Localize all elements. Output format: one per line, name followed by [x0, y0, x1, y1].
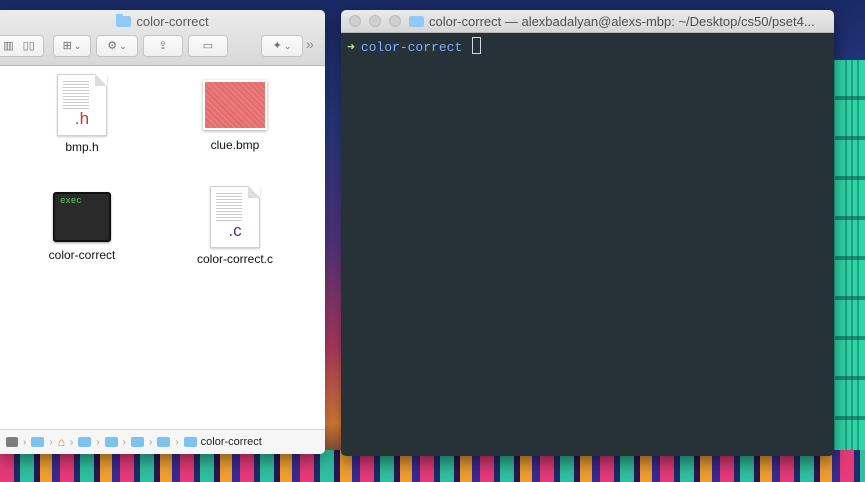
- file-item-color-correct-c[interactable]: .c color-correct.c: [175, 186, 295, 266]
- close-button[interactable]: [349, 15, 361, 27]
- folder-icon: [116, 14, 132, 27]
- tag-button[interactable]: ▭: [188, 35, 228, 57]
- terminal-titlebar[interactable]: color-correct — alexbadalyan@alexs-mbp: …: [341, 10, 834, 33]
- finder-titlebar[interactable]: color-correct ▥ ▯▯ ⊞ ⌄ ⚙ ⌄ ⇪ ▭ ✦ ⌄ »: [0, 10, 325, 66]
- folder-icon: [130, 437, 144, 447]
- column-view-icon[interactable]: ▯▯: [23, 40, 35, 52]
- file-name: color-correct: [48, 248, 116, 262]
- finder-window: color-correct ▥ ▯▯ ⊞ ⌄ ⚙ ⌄ ⇪ ▭ ✦ ⌄ » .h …: [0, 10, 325, 454]
- folder-icon: [183, 437, 197, 447]
- path-segment-folder[interactable]: ›: [31, 437, 57, 448]
- path-bar: › › ⌂ › › › › › color-correct: [0, 429, 325, 454]
- file-name: clue.bmp: [210, 138, 260, 152]
- chevron-right-icon: ›: [96, 436, 100, 448]
- path-segment-folder[interactable]: ›: [104, 436, 131, 448]
- view-mode-segmented[interactable]: ▥ ▯▯: [0, 35, 44, 57]
- chevron-down-icon: ⌄: [119, 41, 127, 51]
- gear-icon: ⚙: [107, 40, 118, 52]
- prompt-directory: color-correct: [360, 40, 463, 55]
- view-icon[interactable]: ▥: [3, 40, 13, 52]
- arrange-button[interactable]: ⊞ ⌄: [53, 35, 91, 57]
- terminal-content[interactable]: ➜ color-correct: [341, 33, 834, 59]
- path-segment-folder[interactable]: ›: [78, 437, 104, 448]
- terminal-title: color-correct — alexbadalyan@alexs-mbp: …: [409, 14, 830, 29]
- finder-toolbar: ▥ ▯▯ ⊞ ⌄ ⚙ ⌄ ⇪ ▭ ✦ ⌄ »: [0, 35, 325, 59]
- chevron-right-icon: ›: [175, 436, 179, 448]
- prompt-arrow-icon: ➜: [347, 40, 355, 55]
- image-file-icon: [203, 80, 267, 130]
- chevron-right-icon: ›: [69, 436, 74, 448]
- chevron-down-icon: ⌄: [283, 41, 292, 51]
- executable-icon: exec: [53, 192, 111, 242]
- folder-icon: [157, 437, 171, 447]
- toolbar-overflow-button[interactable]: »: [306, 36, 314, 52]
- chevron-right-icon: ›: [122, 436, 126, 448]
- dropbox-button[interactable]: ✦ ⌄: [261, 35, 303, 57]
- minimize-button[interactable]: [369, 15, 381, 27]
- file-item-clue-bmp[interactable]: clue.bmp: [175, 74, 295, 152]
- path-segment-current[interactable]: color-correct: [183, 436, 262, 448]
- file-item-bmp-h[interactable]: .h bmp.h: [22, 74, 142, 154]
- share-icon: ⇪: [158, 40, 168, 52]
- chevron-right-icon: ›: [148, 436, 153, 448]
- folder-icon: [409, 16, 424, 27]
- chevron-down-icon: ⌄: [73, 41, 82, 51]
- folder-icon: [78, 437, 92, 447]
- file-item-color-correct[interactable]: exec color-correct: [22, 188, 142, 262]
- arrange-icon: ⊞: [62, 40, 72, 52]
- home-icon: ⌂: [57, 435, 65, 449]
- path-segment-folder[interactable]: ›: [130, 436, 157, 448]
- terminal-window: color-correct — alexbadalyan@alexs-mbp: …: [341, 10, 834, 456]
- folder-icon: [104, 437, 118, 447]
- chevron-right-icon: ›: [23, 436, 27, 448]
- dropbox-icon: ✦: [272, 40, 282, 52]
- header-file-icon: .h: [57, 74, 107, 136]
- hard-disk-icon: [6, 437, 18, 447]
- chevron-right-icon: ›: [49, 436, 53, 448]
- c-source-file-icon: .c: [210, 186, 260, 248]
- share-button[interactable]: ⇪: [143, 35, 183, 57]
- tag-icon: ▭: [202, 40, 214, 52]
- file-name: color-correct.c: [196, 252, 273, 266]
- path-segment-home[interactable]: ⌂ ›: [58, 435, 79, 449]
- file-name: bmp.h: [65, 140, 99, 154]
- finder-file-area: .h bmp.h clue.bmp exec color-correct .c …: [0, 66, 325, 430]
- finder-title: color-correct: [0, 14, 325, 29]
- path-segment-label: color-correct: [200, 436, 262, 448]
- action-button[interactable]: ⚙ ⌄: [96, 35, 138, 57]
- path-segment-disk[interactable]: ›: [6, 437, 31, 448]
- wallpaper-tower: [832, 60, 865, 460]
- zoom-button[interactable]: [389, 15, 401, 27]
- folder-icon: [31, 437, 45, 447]
- path-segment-folder[interactable]: ›: [157, 437, 183, 448]
- terminal-cursor: [472, 37, 482, 54]
